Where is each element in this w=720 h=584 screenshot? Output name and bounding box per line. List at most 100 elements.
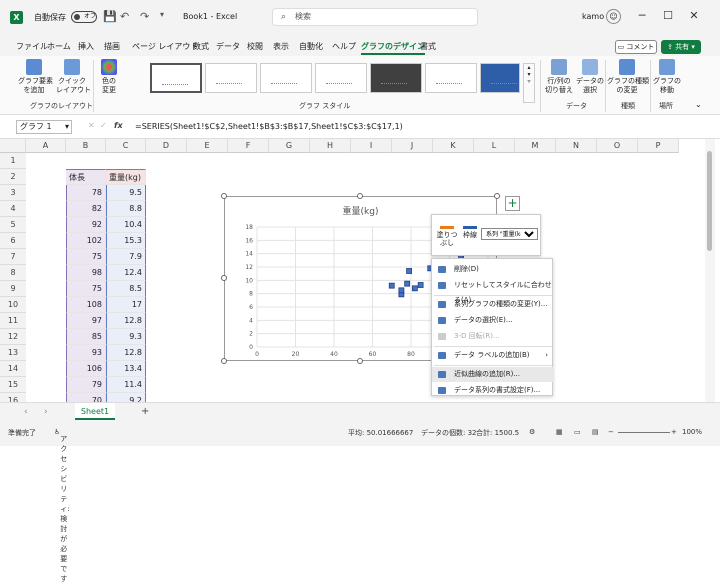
column-header-P[interactable]: P <box>638 139 679 153</box>
tab-10[interactable]: ヘルプ <box>332 41 356 52</box>
table-cell[interactable]: 9.3 <box>106 329 146 345</box>
row-header-8[interactable]: 8 <box>0 265 26 281</box>
row-header-5[interactable]: 5 <box>0 217 26 233</box>
add-sheet-button[interactable]: + <box>141 406 149 417</box>
tab-3[interactable]: 描画 <box>104 41 120 52</box>
table-cell[interactable]: 12.8 <box>106 345 146 361</box>
table-cell[interactable]: 17 <box>106 297 146 313</box>
tab-9[interactable]: 自動化 <box>299 41 323 52</box>
undo-icon[interactable]: ↶ <box>120 10 129 23</box>
resize-handle[interactable] <box>357 358 363 364</box>
tab-4[interactable]: ページ レイアウト <box>132 41 198 52</box>
avatar[interactable]: ☺ <box>606 9 621 24</box>
close-icon[interactable]: ✕ <box>684 9 704 22</box>
table-cell[interactable]: 7.9 <box>106 249 146 265</box>
column-header-H[interactable]: H <box>310 139 351 153</box>
column-header-I[interactable]: I <box>351 139 392 153</box>
resize-handle[interactable] <box>221 193 227 199</box>
zoom-slider[interactable] <box>618 432 670 433</box>
column-header-K[interactable]: K <box>433 139 474 153</box>
row-header-11[interactable]: 11 <box>0 313 26 329</box>
menu-item[interactable]: リセットしてスタイルに合わせる(A) <box>432 278 554 304</box>
accessibility-status[interactable]: ♿ アクセシビリティ: 検討が必要です <box>54 428 70 583</box>
tab-1[interactable]: ホーム <box>47 41 71 52</box>
autosave-toggle[interactable]: オフ <box>71 11 97 23</box>
table-cell[interactable]: 8.8 <box>106 201 146 217</box>
table-cell[interactable]: 12.4 <box>106 265 146 281</box>
display-settings-icon[interactable]: ⚙ <box>529 428 535 436</box>
tab-11[interactable]: グラフのデザイン <box>361 41 425 55</box>
table-cell[interactable]: 79 <box>66 377 106 393</box>
row-header-9[interactable]: 9 <box>0 281 26 297</box>
qat-dropdown-icon[interactable]: ▾ <box>160 10 164 19</box>
row-header-6[interactable]: 6 <box>0 233 26 249</box>
share-button[interactable]: ⇪ 共有 ▾ <box>661 40 701 54</box>
scroll-left-icon[interactable]: ‹ <box>24 407 28 417</box>
table-cell[interactable]: 13.4 <box>106 361 146 377</box>
search-input[interactable]: ⌕ 検索 <box>272 8 478 26</box>
minimize-icon[interactable]: ─ <box>632 9 652 22</box>
normal-view-icon[interactable]: ▦ <box>556 428 563 436</box>
table-cell[interactable]: 10.4 <box>106 217 146 233</box>
column-header-J[interactable]: J <box>392 139 433 153</box>
scroll-right-icon[interactable]: › <box>44 407 48 417</box>
data-point[interactable] <box>417 282 424 288</box>
maximize-icon[interactable]: ☐ <box>658 9 678 22</box>
tab-2[interactable]: 挿入 <box>78 41 94 52</box>
table-cell[interactable]: 97 <box>66 313 106 329</box>
column-header-N[interactable]: N <box>556 139 597 153</box>
select-data-button[interactable]: データの 選択 <box>576 59 604 95</box>
table-cell[interactable]: 78 <box>66 185 106 201</box>
fill-button[interactable]: 塗りつ ぶし <box>436 219 458 247</box>
cancel-icon[interactable]: ✕ <box>88 121 95 130</box>
row-header-1[interactable]: 1 <box>0 153 26 169</box>
chart-style-4[interactable] <box>315 63 367 93</box>
menu-item[interactable]: データ系列の書式設定(F)... <box>432 383 554 398</box>
zoom-in-icon[interactable]: + <box>671 428 677 436</box>
tab-5[interactable]: 数式 <box>193 41 209 52</box>
tab-7[interactable]: 校閲 <box>247 41 263 52</box>
data-point[interactable] <box>398 287 405 294</box>
vertical-scrollbar[interactable] <box>705 139 715 402</box>
sheet-tab[interactable]: Sheet1 <box>75 403 115 420</box>
column-header-L[interactable]: L <box>474 139 515 153</box>
table-cell[interactable]: 98 <box>66 265 106 281</box>
resize-handle[interactable] <box>221 358 227 364</box>
chart-style-1[interactable] <box>150 63 202 93</box>
table-cell[interactable]: 102 <box>66 233 106 249</box>
data-point[interactable] <box>388 282 395 289</box>
page-break-icon[interactable]: ▤ <box>592 428 599 436</box>
row-header-4[interactable]: 4 <box>0 201 26 217</box>
collapse-ribbon-icon[interactable]: ⌄ <box>695 100 702 109</box>
chart-elements-button[interactable]: + <box>505 196 520 211</box>
tab-6[interactable]: データ <box>216 41 240 52</box>
series-select[interactable]: 系列 "重量(kg)" <box>481 228 538 240</box>
save-icon[interactable]: 💾 <box>103 10 117 23</box>
column-header-A[interactable]: A <box>26 139 66 153</box>
row-header-10[interactable]: 10 <box>0 297 26 313</box>
row-header-2[interactable]: 2 <box>0 169 26 185</box>
table-cell[interactable]: 12.8 <box>106 313 146 329</box>
table-cell[interactable]: 106 <box>66 361 106 377</box>
change-colors-button[interactable]: 色の 変更 <box>96 59 122 95</box>
tab-12[interactable]: 書式 <box>420 41 436 52</box>
outline-button[interactable]: 枠線 <box>460 219 480 239</box>
styles-scroll[interactable]: ▴ ▾ ▿ <box>523 63 535 103</box>
comment-button[interactable]: ▭ コメント <box>615 40 657 54</box>
column-header-O[interactable]: O <box>597 139 638 153</box>
zoom-out-icon[interactable]: − <box>608 428 614 436</box>
table-cell[interactable]: 9.5 <box>106 185 146 201</box>
table-cell[interactable]: 9.2 <box>106 393 146 402</box>
select-all-corner[interactable] <box>0 139 26 153</box>
table-cell[interactable]: 75 <box>66 281 106 297</box>
switch-row-column-button[interactable]: 行/列の 切り替え <box>544 59 574 95</box>
name-box[interactable]: グラフ 1 ▾ <box>16 120 72 134</box>
table-cell[interactable]: 92 <box>66 217 106 233</box>
menu-item[interactable]: 削除(D) <box>432 262 554 277</box>
table-cell[interactable]: 93 <box>66 345 106 361</box>
row-header-7[interactable]: 7 <box>0 249 26 265</box>
chart-style-6[interactable] <box>425 63 477 93</box>
move-chart-button[interactable]: グラフの 移動 <box>653 59 681 95</box>
menu-item[interactable]: 近似曲線の追加(R)... <box>432 367 554 382</box>
tab-0[interactable]: ファイル <box>16 41 48 52</box>
